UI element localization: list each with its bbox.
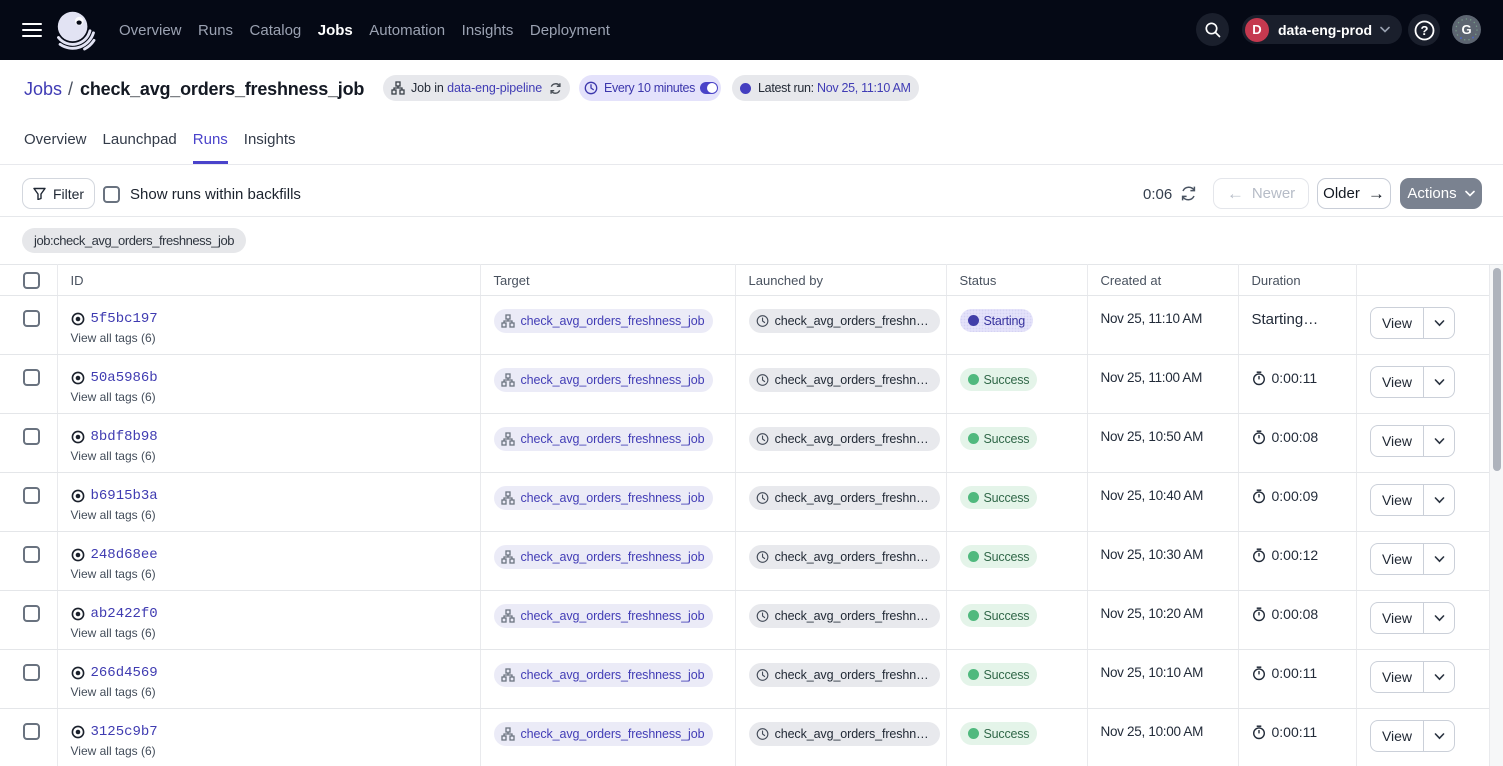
svg-text:?: ? bbox=[1420, 23, 1428, 38]
